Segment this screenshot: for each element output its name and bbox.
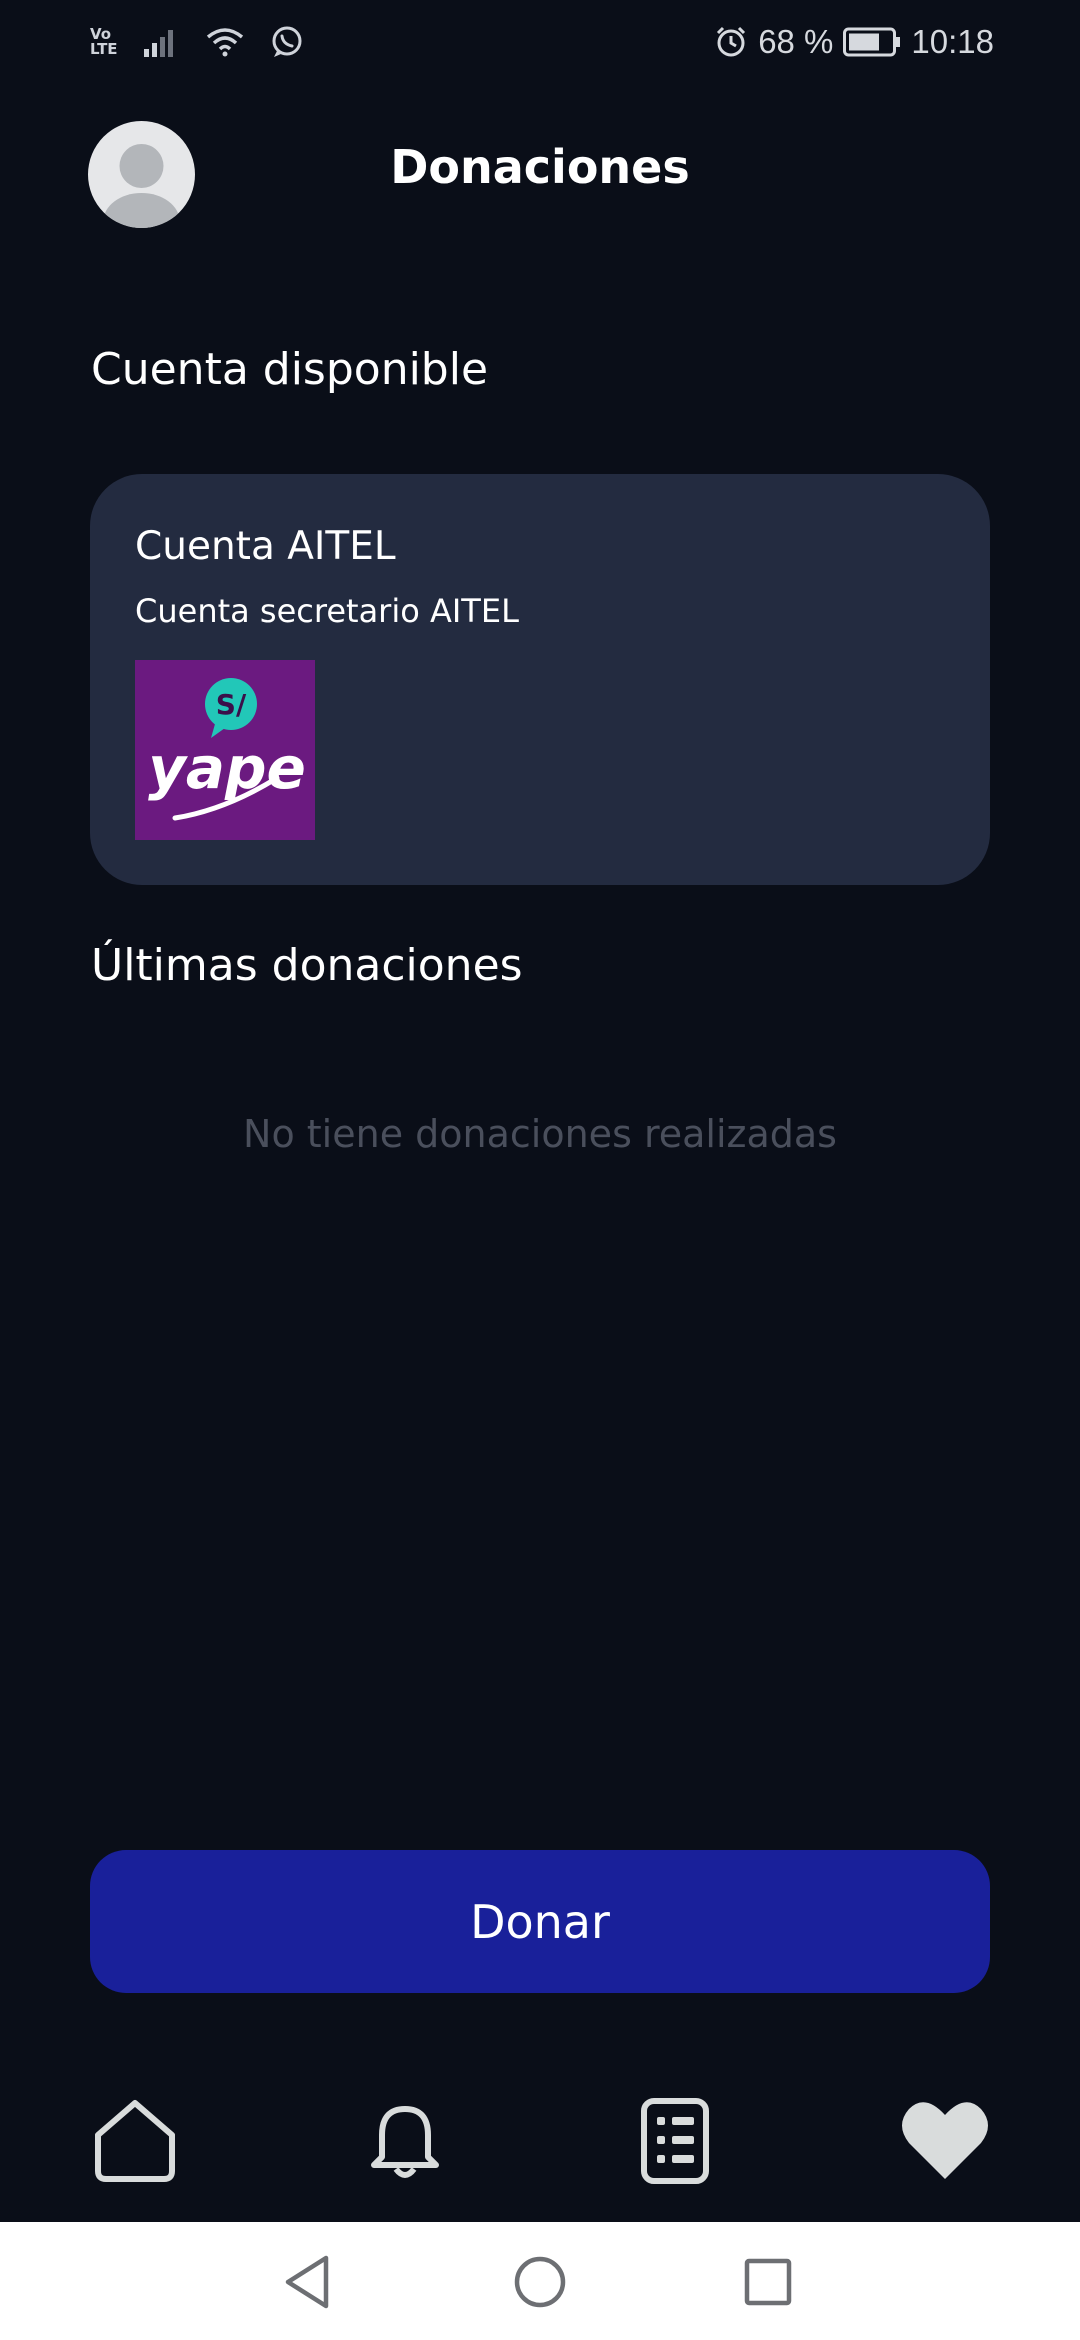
home-icon — [95, 2100, 175, 2182]
back-triangle-icon — [285, 2255, 329, 2309]
list-icon — [641, 2098, 709, 2184]
system-nav-bar — [0, 2222, 1080, 2340]
system-recents-button[interactable] — [728, 2242, 808, 2322]
available-account-heading: Cuenta disponible — [91, 344, 489, 395]
alarm-icon — [717, 26, 746, 57]
volte-indicator: Vo LTE — [90, 25, 118, 58]
donate-button[interactable]: Donar — [90, 1850, 990, 1993]
yape-logo: S/ yape — [135, 660, 315, 840]
wifi-icon — [206, 28, 243, 57]
system-home-button[interactable] — [500, 2242, 580, 2322]
account-description: Cuenta secretario AITEL — [135, 592, 519, 630]
account-name: Cuenta AITEL — [135, 524, 396, 569]
svg-text:yape: yape — [148, 734, 306, 802]
battery-icon — [843, 27, 901, 57]
nav-home[interactable] — [75, 2080, 195, 2200]
recents-square-icon — [744, 2258, 792, 2306]
system-back-button[interactable] — [268, 2242, 348, 2322]
nav-donations[interactable] — [885, 2080, 1005, 2200]
empty-donations-message: No tiene donaciones realizadas — [243, 1112, 837, 1156]
whatsapp-icon — [272, 26, 302, 57]
recent-donations-heading: Últimas donaciones — [91, 940, 523, 991]
nav-notifications[interactable] — [345, 2080, 465, 2200]
nav-list[interactable] — [615, 2080, 735, 2200]
home-circle-icon — [514, 2256, 566, 2308]
clock: 10:18 — [911, 23, 994, 60]
status-right: 68 % 10:18 — [714, 20, 994, 64]
signal-icon — [143, 30, 173, 57]
status-left: Vo LTE — [90, 22, 304, 62]
svg-text:S/: S/ — [216, 688, 247, 721]
bell-icon — [371, 2106, 439, 2178]
battery-percent: 68 % — [758, 23, 834, 60]
bottom-nav — [0, 2080, 1080, 2220]
account-card[interactable]: Cuenta AITEL Cuenta secretario AITEL S/ … — [90, 474, 990, 885]
heart-icon — [902, 2102, 988, 2179]
page-title: Donaciones — [390, 140, 690, 194]
donations-screen: Vo LTE 68 % 10:18 Donaciones Cuenta disp… — [0, 0, 1080, 2340]
status-bar: Vo LTE 68 % 10:18 — [0, 0, 1080, 84]
